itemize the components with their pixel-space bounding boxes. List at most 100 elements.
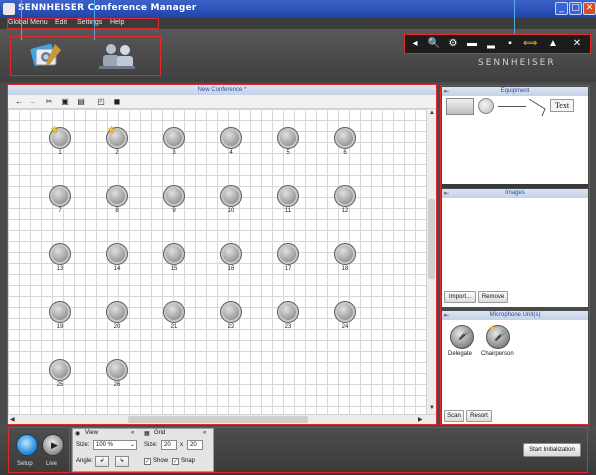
scroll-right-icon[interactable]: ▶ [418, 416, 423, 423]
live-label: Live [46, 461, 58, 467]
pin-icon[interactable]: ⇤ [444, 88, 449, 97]
microphone-unit[interactable]: 25 [48, 359, 72, 393]
microphone-unit[interactable]: 6 [333, 127, 357, 161]
rotate-left-button[interactable]: ↲ [95, 456, 109, 467]
window-title: SENNHEISER Conference Manager [18, 3, 197, 13]
maximize-button[interactable]: □ [569, 2, 582, 15]
chairperson-unit-icon[interactable]: ★ 🎤 [486, 323, 510, 349]
microphone-unit[interactable]: 3 [162, 127, 186, 161]
microphone-unit[interactable]: 17 [276, 243, 300, 277]
bring-front-icon[interactable]: ◰ [96, 97, 106, 107]
microphone-unit[interactable]: 23 [276, 301, 300, 335]
delegate-unit-icon[interactable]: 🎤 [450, 325, 474, 349]
zoom-select[interactable]: 100 % ⌄ [93, 440, 137, 450]
circle-tool[interactable] [478, 98, 494, 114]
close-button[interactable]: ✕ [583, 2, 596, 15]
microphone-units-panel: ⇤ Microphone Unit(s) 🎤 Delegate ★ 🎤 Chai… [442, 311, 588, 424]
import-button[interactable]: Import... [444, 291, 476, 303]
microphone-unit[interactable]: ★ 1 [48, 125, 72, 161]
settings-icon[interactable]: ⚙ [446, 37, 460, 51]
panel-splitter[interactable] [442, 184, 588, 188]
microphone-unit[interactable]: ★ 2 [105, 125, 129, 161]
microphone-unit[interactable]: 12 [333, 185, 357, 219]
horizontal-scroll-thumb[interactable] [128, 416, 308, 423]
warning-icon[interactable]: ▲ [546, 37, 560, 51]
close-icon[interactable]: ✕ [570, 37, 584, 51]
microphone-unit[interactable]: 13 [48, 243, 72, 277]
redo-icon[interactable]: → [27, 97, 37, 107]
text-tool[interactable]: Text [550, 99, 574, 112]
minimize-button[interactable]: _ [555, 2, 568, 15]
microphone-unit[interactable]: 10 [219, 185, 243, 219]
pin-icon[interactable]: ⇤ [444, 312, 449, 321]
paste-icon[interactable]: ▤ [76, 97, 86, 107]
microphone-disc-icon [106, 185, 128, 207]
users-icon[interactable] [95, 40, 139, 72]
conference-setup-icon[interactable] [28, 40, 64, 72]
snap-grid-checkbox[interactable]: ✓ [172, 458, 179, 465]
setup-mode-button[interactable] [16, 434, 38, 456]
volume-icon[interactable]: ◂ [408, 37, 422, 51]
vertical-scroll-thumb[interactable] [428, 199, 435, 279]
menu-settings[interactable]: Settings [77, 19, 102, 26]
microphone-disc-icon [49, 243, 71, 265]
copy-icon[interactable]: ▣ [60, 97, 70, 107]
collapse-grid-icon[interactable]: « [203, 430, 206, 436]
rectangle-tool[interactable] [446, 98, 474, 115]
zoom-value: 100 % [96, 442, 114, 448]
scroll-up-icon[interactable]: ▲ [429, 110, 435, 116]
microphone-unit[interactable]: 20 [105, 301, 129, 335]
microphone-unit[interactable]: 22 [219, 301, 243, 335]
microphone-disc-icon [220, 301, 242, 323]
live-mode-button[interactable]: ▶ [42, 434, 64, 456]
line-tool[interactable] [498, 106, 526, 107]
microphone-disc-icon [277, 243, 299, 265]
horizontal-scrollbar[interactable]: ◀ ▶ [8, 414, 436, 424]
signal-icon[interactable]: ▂ [484, 37, 498, 51]
scroll-left-icon[interactable]: ◀ [10, 416, 15, 423]
undo-icon[interactable]: ← [14, 97, 24, 107]
resort-button[interactable]: Resort [466, 410, 492, 422]
menu-help[interactable]: Help [110, 19, 124, 26]
grid-height-input[interactable]: 20 [187, 440, 203, 450]
polyline-tool[interactable] [528, 97, 546, 117]
microphone-disc-icon [49, 359, 71, 381]
microphone-unit[interactable]: 9 [162, 185, 186, 219]
menu-global[interactable]: Global Menu [8, 19, 48, 26]
microphone-unit[interactable]: 5 [276, 127, 300, 161]
design-grid[interactable]: ★ 1 ★ 2 3 4 5 6 7 8 9 10 11 12 13 14 15 16 17 18 19 20 21 22 23 2… [8, 109, 426, 414]
show-grid-checkbox[interactable]: ✓ [144, 458, 151, 465]
grid-width-input[interactable]: 20 [161, 440, 177, 450]
cut-icon[interactable]: ✂ [44, 97, 54, 107]
zoom-icon[interactable]: 🔍 [427, 37, 441, 51]
microphone-unit[interactable]: 18 [333, 243, 357, 277]
microphone-unit[interactable]: 14 [105, 243, 129, 277]
rotate-right-button[interactable]: ↳ [115, 456, 129, 467]
card-icon[interactable]: ▬ [465, 37, 479, 51]
microphone-number: 17 [284, 266, 292, 272]
microphone-unit[interactable]: 19 [48, 301, 72, 335]
mic-units-header: ⇤ Microphone Unit(s) [442, 311, 588, 320]
vertical-scrollbar[interactable]: ▲ ▼ [426, 109, 436, 414]
microphone-unit[interactable]: 8 [105, 185, 129, 219]
scroll-down-icon[interactable]: ▼ [429, 405, 435, 411]
collapse-view-icon[interactable]: « [131, 430, 134, 436]
remove-button[interactable]: Remove [478, 291, 508, 303]
swap-icon[interactable]: ⟺ [523, 37, 537, 51]
lock-icon[interactable]: ▪ [503, 37, 517, 51]
start-initialization-button[interactable]: Start Initialization [523, 443, 581, 457]
microphone-unit[interactable]: 4 [219, 127, 243, 161]
microphone-unit[interactable]: 24 [333, 301, 357, 335]
microphone-unit[interactable]: 11 [276, 185, 300, 219]
microphone-unit[interactable]: 7 [48, 185, 72, 219]
view-grid-panel: ◉ View « Size: 100 % ⌄ Angle: ↲ ↳ ▦ Grid… [72, 428, 214, 472]
microphone-unit[interactable]: 15 [162, 243, 186, 277]
microphone-unit[interactable]: 26 [105, 359, 129, 393]
microphone-number: 16 [227, 266, 235, 272]
pin-icon[interactable]: ⇤ [444, 190, 449, 199]
microphone-unit[interactable]: 16 [219, 243, 243, 277]
microphone-unit[interactable]: 21 [162, 301, 186, 335]
menu-edit[interactable]: Edit [55, 19, 67, 26]
scan-button[interactable]: Scan [444, 410, 464, 422]
send-back-icon[interactable]: ◼ [112, 97, 122, 107]
